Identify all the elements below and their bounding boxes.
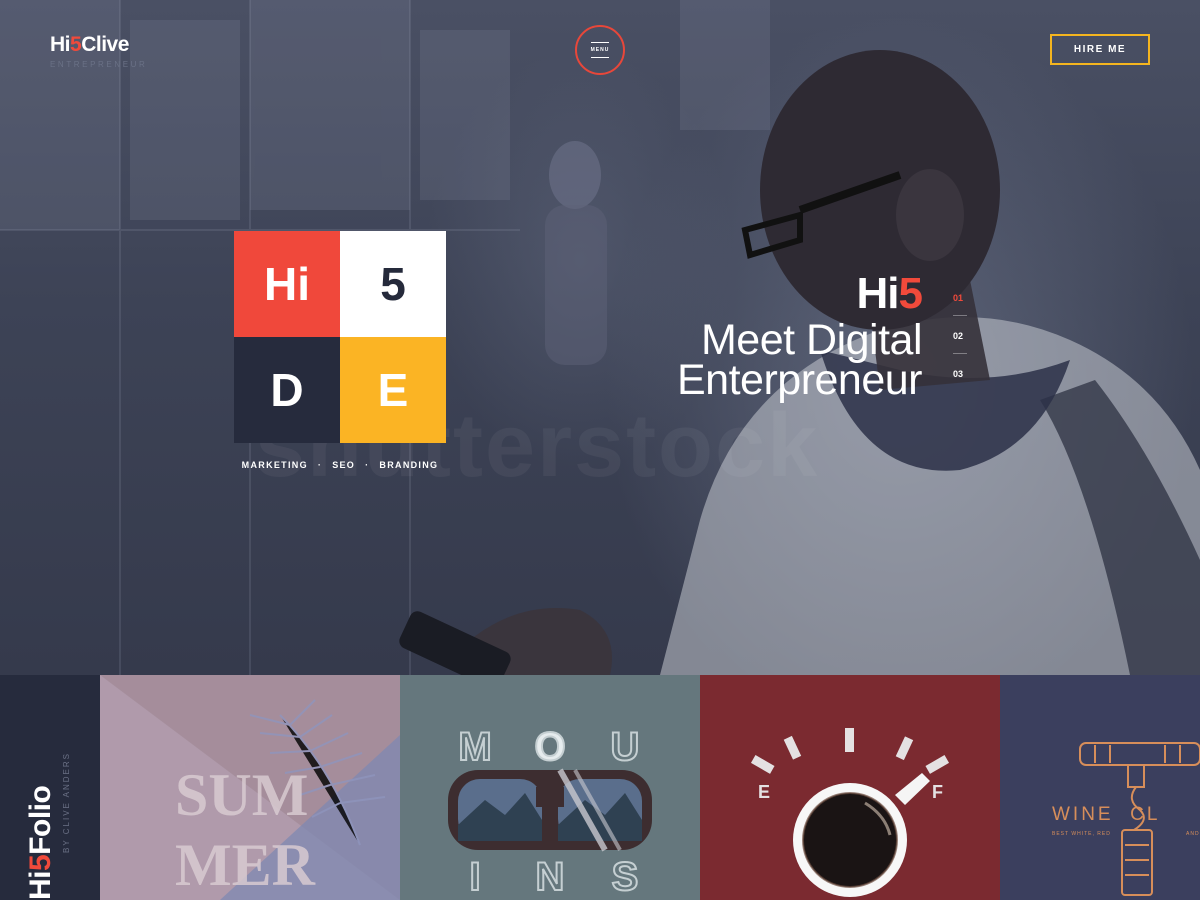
- mountains-letter: U: [611, 725, 640, 769]
- service-branding: BRANDING: [379, 460, 439, 470]
- tile-d: D: [234, 337, 340, 443]
- portfolio-byline: BY CLIVE ANDERS: [62, 752, 71, 853]
- slide-divider: [953, 315, 967, 316]
- hero-headline: Hi5 Meet Digital Enterpreneur: [677, 268, 924, 404]
- mountains-letter: S: [612, 855, 639, 899]
- headline-line-1: Meet Digital: [700, 316, 923, 364]
- mountains-letter: N: [536, 855, 565, 899]
- logo-accent: 5: [70, 33, 82, 56]
- summer-line-1: SUM: [175, 762, 308, 828]
- mountains-letter: M: [458, 725, 491, 769]
- services-list: MARKETING · SEO · BRANDING: [234, 460, 446, 470]
- tile-hi: Hi: [234, 231, 340, 337]
- service-marketing: MARKETING: [241, 460, 308, 470]
- tile-e: E: [340, 337, 446, 443]
- headline-line-2: Enterpreneur: [677, 356, 923, 404]
- service-separator: ·: [317, 460, 323, 470]
- menu-button[interactable]: MENU: [575, 25, 625, 75]
- fuel-empty-mark: E: [758, 782, 770, 802]
- hi5de-tile-logo: Hi 5 D E: [234, 231, 446, 443]
- coffee-fuel-artwork: E F: [700, 675, 1000, 900]
- headline-brand: Hi5: [856, 269, 924, 318]
- slide-divider: [953, 353, 967, 354]
- logo-wordmark: Hi5Clive: [50, 33, 129, 56]
- hamburger-top-line: [591, 42, 609, 43]
- portfolio-card-wine-club[interactable]: WINE CL BEST WHITE, RED AND: [1000, 675, 1200, 900]
- portfolio-strip: Hi5Folio BY CLIVE ANDERS SUM MER M O U I…: [0, 675, 1200, 900]
- hero-background-photo: [0, 0, 1200, 675]
- slide-dot-01[interactable]: 01: [953, 293, 973, 331]
- menu-label: MENU: [590, 47, 610, 53]
- portfolio-card-coffee-fuel[interactable]: E F: [700, 675, 1000, 900]
- mountains-letter: O: [534, 725, 565, 769]
- hamburger-bottom-line: [591, 57, 609, 58]
- portfolio-label-panel: Hi5Folio BY CLIVE ANDERS: [0, 675, 100, 900]
- slide-pagination: 01 02 03: [953, 293, 973, 407]
- wine-club-subtitle-right: AND: [1186, 831, 1200, 837]
- slide-dot-03[interactable]: 03: [953, 369, 973, 407]
- mountains-letter: I: [469, 855, 480, 899]
- wine-club-subtitle: BEST WHITE, RED: [1052, 831, 1111, 837]
- slide-dot-02[interactable]: 02: [953, 331, 973, 369]
- service-seo: SEO: [332, 460, 356, 470]
- portfolio-title: Hi5Folio: [24, 785, 57, 900]
- fuel-full-mark: F: [932, 782, 943, 802]
- wine-club-title: WINE CL: [1052, 804, 1160, 825]
- hire-me-button[interactable]: HIRE ME: [1050, 34, 1150, 65]
- hero-section: shutterstock Hi5Clive ENTREPRENEUR MENU …: [0, 0, 1200, 675]
- tile-5: 5: [340, 231, 446, 337]
- summer-artwork: SUM MER: [100, 675, 400, 900]
- wine-club-artwork: WINE CL BEST WHITE, RED AND: [1000, 675, 1200, 900]
- portfolio-card-mountains[interactable]: M O U N T A I N S: [400, 675, 700, 900]
- mountains-artwork: M O U N T A I N S: [400, 675, 700, 900]
- portfolio-card-summer[interactable]: SUM MER: [100, 675, 400, 900]
- logo-tagline: ENTREPRENEUR: [50, 60, 148, 69]
- summer-line-2: MER: [175, 832, 316, 898]
- service-separator: ·: [365, 460, 370, 470]
- brand-logo[interactable]: Hi5Clive ENTREPRENEUR: [50, 33, 147, 69]
